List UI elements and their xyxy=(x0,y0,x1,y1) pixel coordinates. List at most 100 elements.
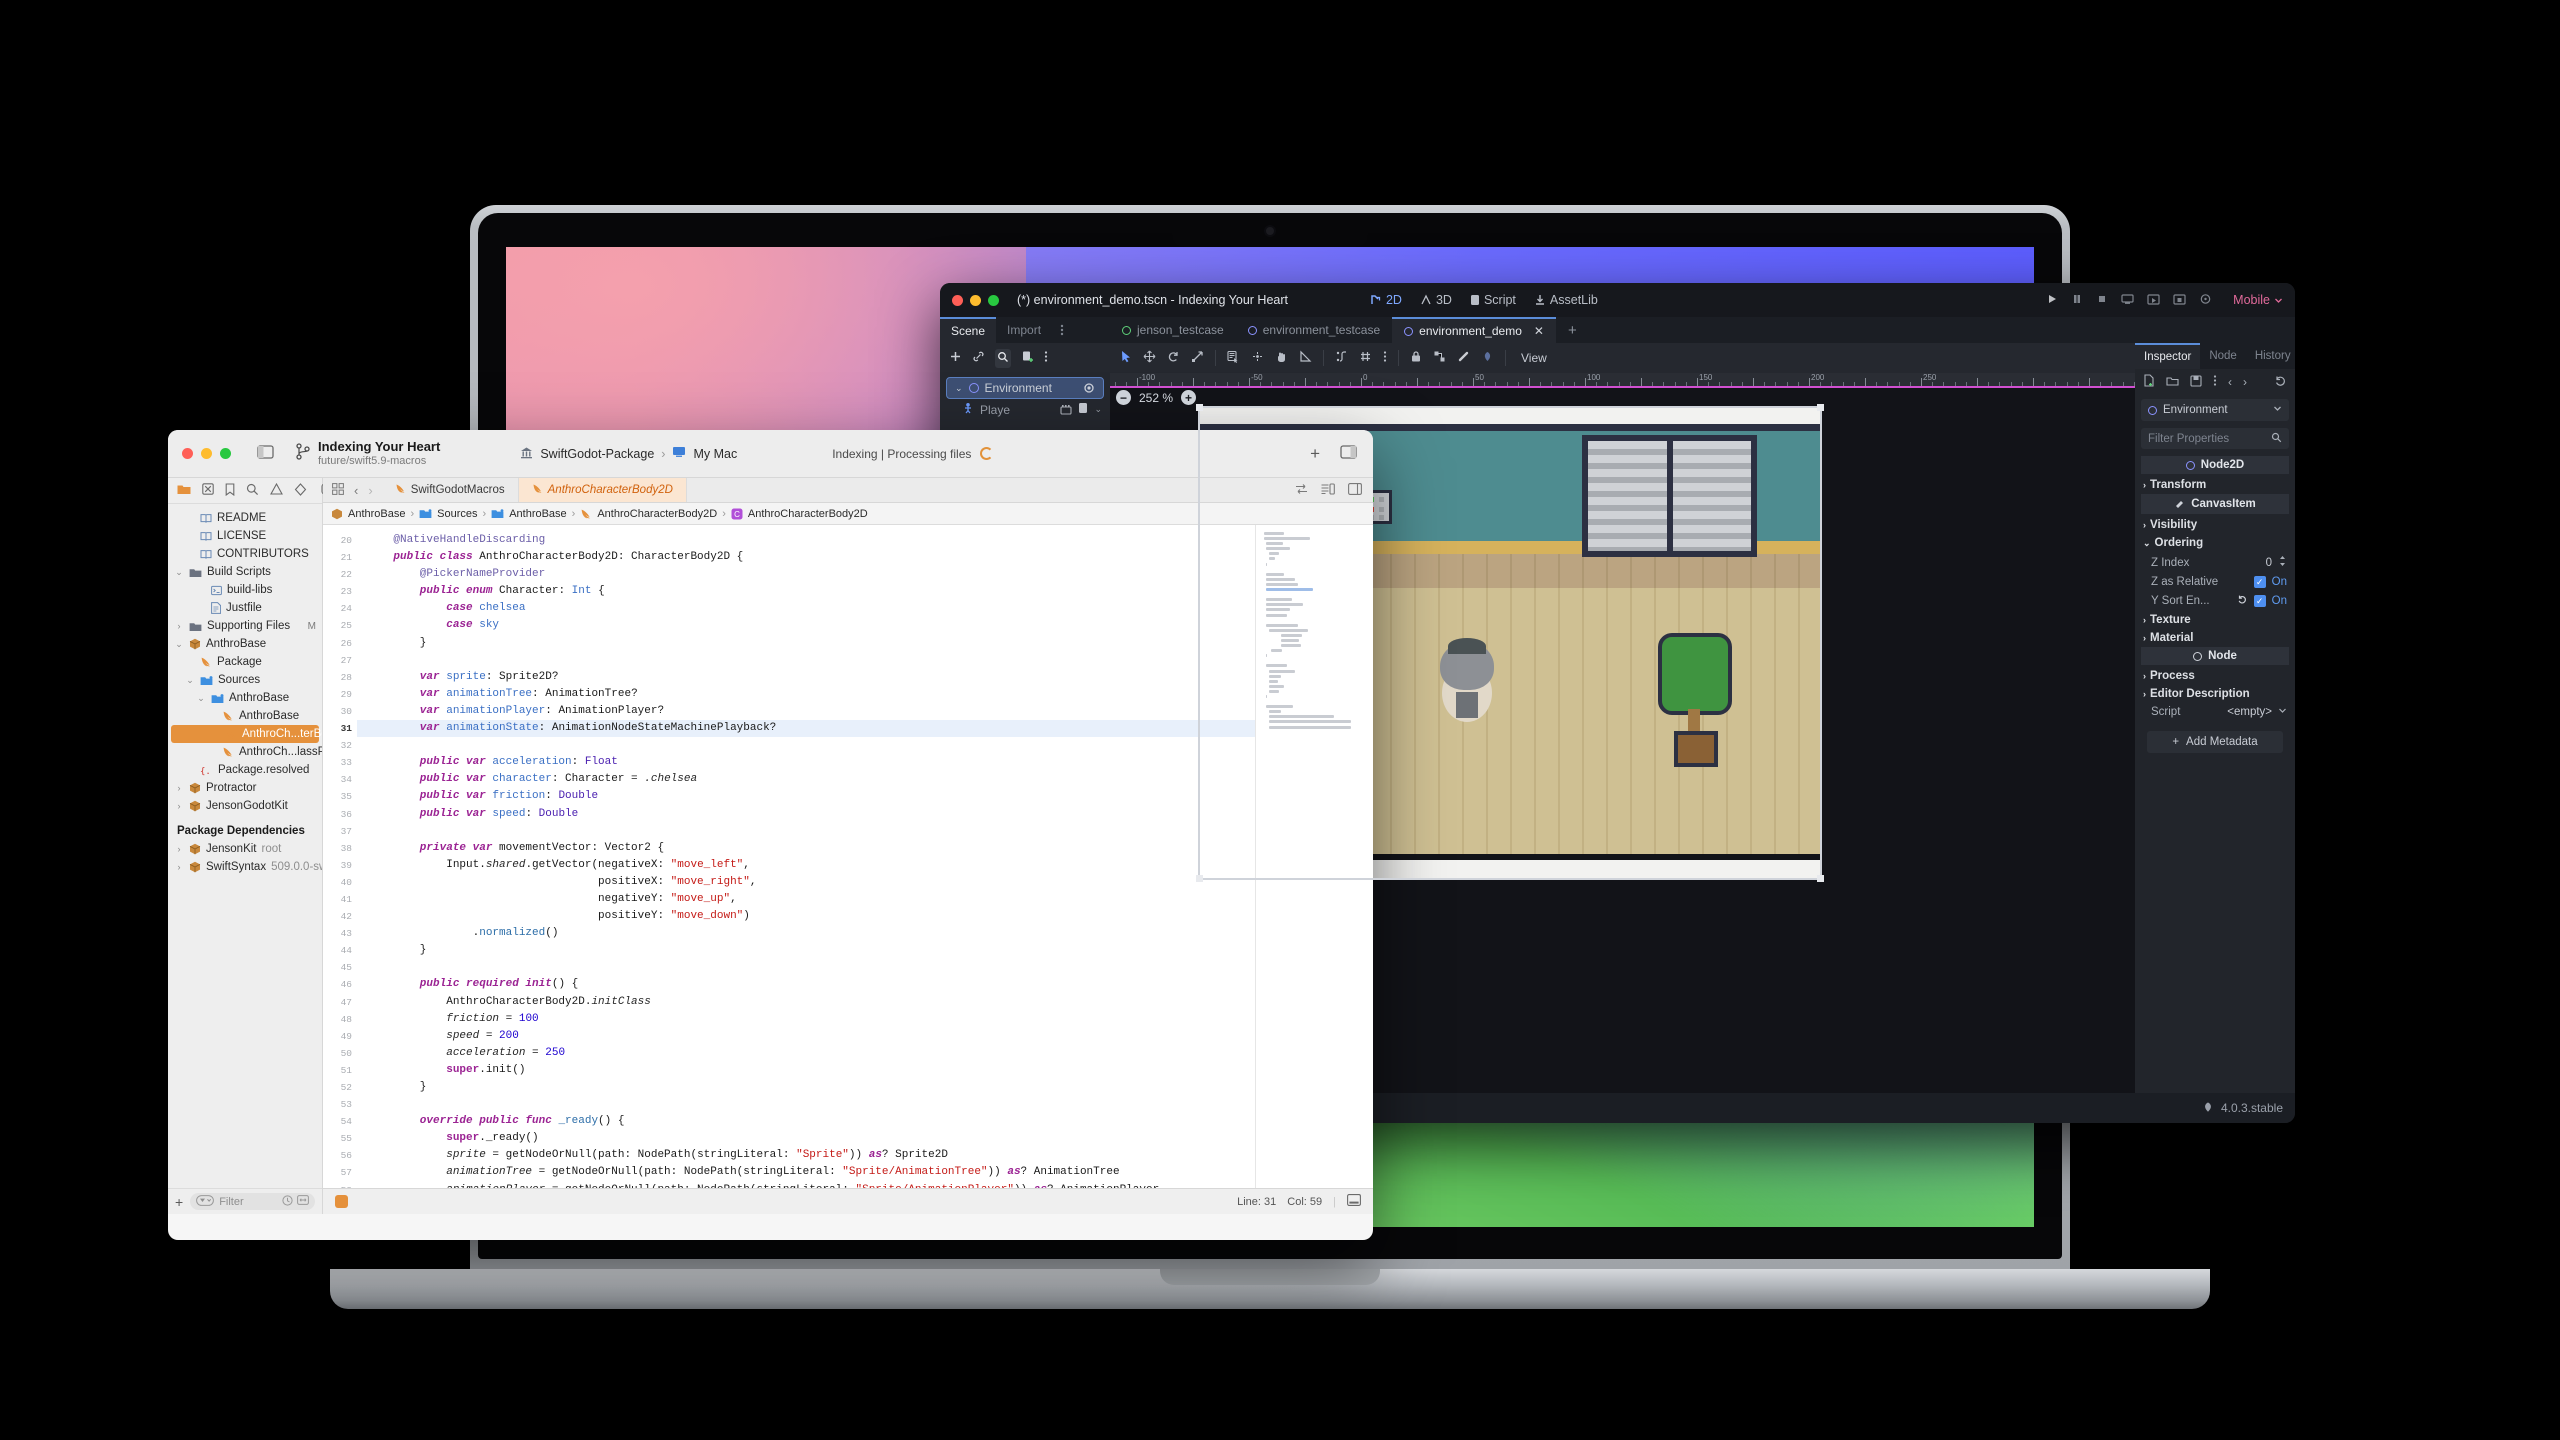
add-icon[interactable]: + xyxy=(1310,445,1320,462)
scene-tab-environment-testcase[interactable]: environment_testcase xyxy=(1236,317,1392,343)
search-icon[interactable] xyxy=(995,349,1011,368)
navigator-item[interactable]: LICENSE xyxy=(168,527,322,545)
disclosure-triangle-icon[interactable]: › xyxy=(174,801,184,811)
code-line[interactable]: case sky xyxy=(367,617,1255,634)
inspector-section-node2d[interactable]: Node2D xyxy=(2141,456,2289,474)
stop-icon[interactable] xyxy=(2096,293,2108,308)
mode-2d-button[interactable]: 2D xyxy=(1370,293,1402,307)
more-icon[interactable] xyxy=(1383,350,1387,366)
code-line[interactable]: } xyxy=(367,635,1255,652)
inspector-category-transform[interactable]: › Transform xyxy=(2141,476,2289,494)
navigator-item[interactable]: Justfile xyxy=(168,599,322,617)
code-line[interactable] xyxy=(367,652,1255,669)
group-icon[interactable] xyxy=(1433,350,1446,366)
select-icon[interactable] xyxy=(1120,350,1132,366)
grid-icon[interactable] xyxy=(1359,350,1372,366)
disclosure-triangle-icon[interactable]: ⌄ xyxy=(174,639,184,650)
chevron-down-icon[interactable]: ⌄ xyxy=(955,383,963,394)
source-control-filter-icon[interactable] xyxy=(297,1195,309,1208)
code-line[interactable]: sprite = getNodeOrNull(path: NodePath(st… xyxy=(367,1147,1255,1164)
navigator-item[interactable]: build-libs xyxy=(168,581,322,599)
navigator-item[interactable]: ⌄Build Scripts xyxy=(168,563,322,581)
revert-icon[interactable] xyxy=(2237,594,2248,608)
issue-icon[interactable] xyxy=(270,483,283,498)
play-remote-icon[interactable] xyxy=(2121,293,2134,308)
code-line[interactable]: case chelsea xyxy=(367,600,1255,617)
xcode-traffic-lights[interactable] xyxy=(168,448,245,459)
search-icon[interactable] xyxy=(246,483,259,499)
recent-files-icon[interactable] xyxy=(282,1195,293,1209)
code-line[interactable]: @PickerNameProvider xyxy=(367,566,1255,583)
close-icon[interactable] xyxy=(182,448,193,459)
code-line[interactable]: super._ready() xyxy=(367,1130,1255,1147)
link-icon[interactable] xyxy=(972,350,985,366)
play-custom-icon[interactable] xyxy=(2173,293,2186,308)
disclosure-triangle-icon[interactable]: › xyxy=(174,783,184,793)
code-line[interactable]: var animationState: AnimationNodeStateMa… xyxy=(367,720,1255,737)
code-line[interactable]: var animationTree: AnimationTree? xyxy=(367,686,1255,703)
mode-assetlib-button[interactable]: AssetLib xyxy=(1534,293,1598,307)
save-icon[interactable] xyxy=(2190,375,2202,390)
jump-bar-segment[interactable]: AnthroCharacterBody2D xyxy=(748,508,868,520)
code-line[interactable]: animationTree = getNodeOrNull(path: Node… xyxy=(367,1164,1255,1181)
code-editor[interactable]: 2021222324252627282930313233343536373839… xyxy=(323,525,1373,1188)
scene-tree-node-player[interactable]: Playe ⌄ xyxy=(940,399,1110,420)
lock-icon[interactable] xyxy=(1410,350,1422,366)
forward-icon[interactable]: › xyxy=(2243,375,2247,389)
dependency-item[interactable]: ›JensonKit root xyxy=(168,840,322,858)
code-line[interactable]: super.init() xyxy=(367,1062,1255,1079)
project-navigator-icon[interactable] xyxy=(177,483,191,498)
scene-tree-node-environment[interactable]: ⌄ Environment xyxy=(946,377,1104,399)
code-line[interactable] xyxy=(367,737,1255,754)
code-line[interactable]: var animationPlayer: AnimationPlayer? xyxy=(367,703,1255,720)
zoom-out-button[interactable]: − xyxy=(1116,390,1131,405)
maximize-icon[interactable] xyxy=(220,448,231,459)
mode-3d-button[interactable]: 3D xyxy=(1420,293,1452,307)
code-line[interactable] xyxy=(367,823,1255,840)
inspector-category-process[interactable]: › Process xyxy=(2141,667,2289,685)
inspector-filter-input[interactable]: Filter Properties xyxy=(2141,428,2289,449)
inspector-object-selector[interactable]: Environment xyxy=(2141,399,2289,421)
navigator-item[interactable]: Package xyxy=(168,653,322,671)
mode-script-button[interactable]: Script xyxy=(1470,293,1516,307)
tab-inspector[interactable]: Inspector xyxy=(2135,343,2200,369)
play-icon[interactable] xyxy=(2046,293,2058,308)
ruler-icon[interactable] xyxy=(1251,350,1264,366)
load-icon[interactable] xyxy=(2166,375,2179,390)
snap-icon[interactable] xyxy=(1335,350,1348,366)
code-line[interactable]: friction = 100 xyxy=(367,1011,1255,1028)
dock-more-icon[interactable] xyxy=(1052,317,1072,343)
scheme-destination-selector[interactable]: SwiftGodot-Package › My Mac xyxy=(520,446,737,462)
movie-writer-icon[interactable] xyxy=(2199,293,2212,308)
navigator-item[interactable]: AnthroCh...lassProps xyxy=(168,743,322,761)
tab-history[interactable]: History xyxy=(2246,343,2295,369)
renderer-selector[interactable]: Mobile xyxy=(2233,293,2283,307)
code-line[interactable]: Input.shared.getVector(negativeX: "move_… xyxy=(367,857,1255,874)
project-indicator[interactable]: Indexing Your Heart future/swift5.9-macr… xyxy=(296,440,440,468)
filter-scope-icon[interactable] xyxy=(196,1195,214,1209)
animation-icon[interactable] xyxy=(1060,404,1072,415)
property-z-index[interactable]: Z Index 0 xyxy=(2141,552,2289,573)
navigator-item[interactable]: ⌄Sources xyxy=(168,671,322,689)
godot-traffic-lights[interactable] xyxy=(952,295,999,306)
property-z-as-relative[interactable]: Z as Relative ✓ On xyxy=(2141,573,2289,591)
add-metadata-button[interactable]: + Add Metadata xyxy=(2147,731,2283,753)
view-menu-button[interactable]: View xyxy=(1521,351,1547,365)
scene-player-character[interactable] xyxy=(1436,638,1498,724)
code-line[interactable]: positiveY: "move_down") xyxy=(367,908,1255,925)
code-line[interactable]: acceleration = 250 xyxy=(367,1045,1255,1062)
history-icon[interactable] xyxy=(2274,375,2287,390)
code-line[interactable]: private var movementVector: Vector2 { xyxy=(367,840,1255,857)
bookmark-icon[interactable] xyxy=(225,483,235,499)
inspector-category-texture[interactable]: › Texture xyxy=(2141,611,2289,629)
new-scene-tab-button[interactable]: + xyxy=(1556,317,1589,343)
editor-tab-anthrocharacterbody2d[interactable]: AnthroCharacterBody2D xyxy=(519,478,687,502)
code-line[interactable]: .normalized() xyxy=(367,925,1255,942)
inspector-toggle-icon[interactable] xyxy=(1340,445,1357,462)
disclosure-triangle-icon[interactable]: ⌄ xyxy=(185,675,195,686)
more-icon[interactable] xyxy=(1044,350,1048,366)
code-line[interactable]: speed = 200 xyxy=(367,1028,1255,1045)
dependency-item[interactable]: ›SwiftSyntax 509.0.0-swift-... xyxy=(168,858,322,876)
back-icon[interactable]: ‹ xyxy=(354,483,358,498)
navigator-item[interactable]: CONTRIBUTORS xyxy=(168,545,322,563)
